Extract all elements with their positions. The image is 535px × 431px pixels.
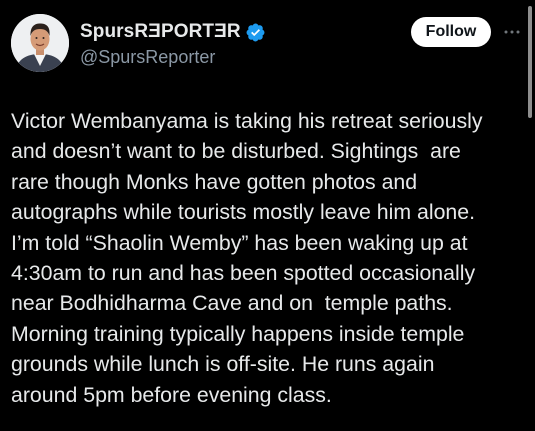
profile-photo-icon bbox=[11, 14, 69, 72]
verified-badge-icon bbox=[245, 22, 266, 43]
post-card: SpursRƎPORTƎR @SpursReporter Follow Vict… bbox=[0, 0, 535, 431]
more-horizontal-icon[interactable] bbox=[502, 22, 522, 42]
follow-button[interactable]: Follow bbox=[411, 17, 491, 47]
author-block: SpursRƎPORTƎR @SpursReporter bbox=[80, 19, 266, 68]
display-name[interactable]: SpursRƎPORTƎR bbox=[80, 21, 241, 43]
author-handle[interactable]: @SpursReporter bbox=[80, 47, 266, 68]
scrollbar[interactable] bbox=[528, 6, 532, 118]
display-name-row: SpursRƎPORTƎR bbox=[80, 19, 266, 45]
avatar[interactable] bbox=[11, 14, 69, 72]
post-text: Victor Wembanyama is taking his retreat … bbox=[11, 109, 483, 407]
